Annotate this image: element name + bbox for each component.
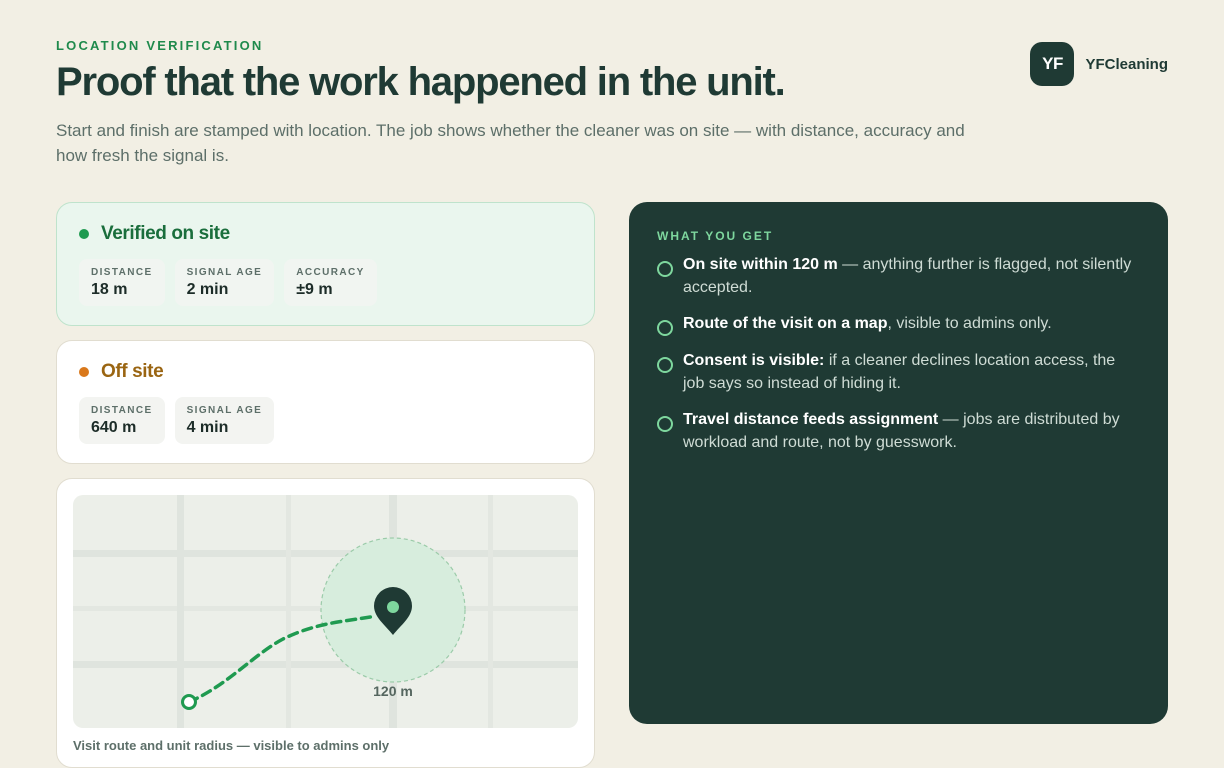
benefit-highlight: Travel distance feeds assignment [683,411,939,428]
circle-check-icon [657,357,673,373]
benefits-eyebrow: WHAT YOU GET [657,229,774,243]
benefit-text: On site within 120 m — anything further … [683,253,1140,299]
street-vertical [488,495,493,728]
circle-check-icon [657,320,673,336]
list-item: On site within 120 m — anything further … [657,253,1140,299]
benefit-text: Route of the visit on a map, visible to … [683,312,1052,335]
brand-logo: YF [1030,42,1075,86]
circle-check-icon [657,416,673,432]
benefit-highlight: Consent is visible: [683,352,825,369]
route-map[interactable]: 120 m [73,495,578,728]
unit-radius-label: 120 m [373,683,413,699]
page: LOCATION VERIFICATION Proof that the wor… [0,0,1224,768]
brand: YF YFCleaning [1030,42,1168,86]
list-item: Consent is visible: if a cleaner decline… [657,349,1140,395]
circle-check-icon [657,261,673,277]
metric-value: 2 min [186,281,229,298]
metric-distance: DISTANCE 640 m [79,397,165,444]
offsite-status-header: Off site [79,361,572,383]
metric-label: DISTANCE [91,267,153,278]
metric-value: ±9 m [296,281,333,298]
metric-label: SIGNAL AGE [186,267,263,278]
verified-status-header: Verified on site [79,223,572,245]
page-title: Proof that the work happened in the unit… [56,60,786,104]
verified-status-dot-icon [79,229,89,239]
section-eyebrow: LOCATION VERIFICATION [56,38,264,53]
verified-status-card: Verified on site DISTANCE 18 m SIGNAL AG… [56,202,595,326]
brand-name: YFCleaning [1085,55,1168,73]
metric-signal-age: SIGNAL AGE 4 min [174,397,275,444]
offsite-status-card: Off site DISTANCE 640 m SIGNAL AGE 4 min [56,340,595,464]
metric-value: 18 m [91,281,128,298]
benefit-list: On site within 120 m — anything further … [657,253,1140,454]
benefit-highlight: Route of the visit on a map [683,315,888,332]
list-item: Travel distance feeds assignment — jobs … [657,408,1140,454]
offsite-metrics: DISTANCE 640 m SIGNAL AGE 4 min [79,397,572,444]
street-vertical [286,495,291,728]
metric-distance: DISTANCE 18 m [79,259,165,306]
metric-label: SIGNAL AGE [186,405,263,416]
verified-status-title: Verified on site [101,223,230,244]
map-caption: Visit route and unit radius — visible to… [73,738,390,753]
street-horizontal [73,550,578,557]
benefit-detail: , visible to admins only. [887,315,1052,332]
street-vertical [177,495,184,728]
route-map-card: 120 m Visit route and unit radius — visi… [56,478,595,768]
metric-value: 640 m [91,419,137,436]
metric-accuracy: ACCURACY ±9 m [284,259,377,306]
route-map-graphic: 120 m [73,495,578,728]
offsite-status-title: Off site [101,361,164,382]
metric-label: DISTANCE [91,405,153,416]
list-item: Route of the visit on a map, visible to … [657,312,1140,336]
route-start-marker-icon [181,694,197,710]
offsite-status-dot-icon [79,367,89,377]
metric-signal-age: SIGNAL AGE 2 min [174,259,275,306]
benefits-panel: WHAT YOU GET On site within 120 m — anyt… [629,202,1168,724]
benefit-highlight: On site within 120 m [683,256,838,273]
street-horizontal [73,661,578,668]
verified-metrics: DISTANCE 18 m SIGNAL AGE 2 min ACCURACY … [79,259,572,306]
metric-label: ACCURACY [296,267,365,278]
benefit-text: Travel distance feeds assignment — jobs … [683,408,1140,454]
benefit-text: Consent is visible: if a cleaner decline… [683,349,1140,395]
page-subtitle: Start and finish are stamped with locati… [56,121,965,165]
metric-value: 4 min [186,419,229,436]
